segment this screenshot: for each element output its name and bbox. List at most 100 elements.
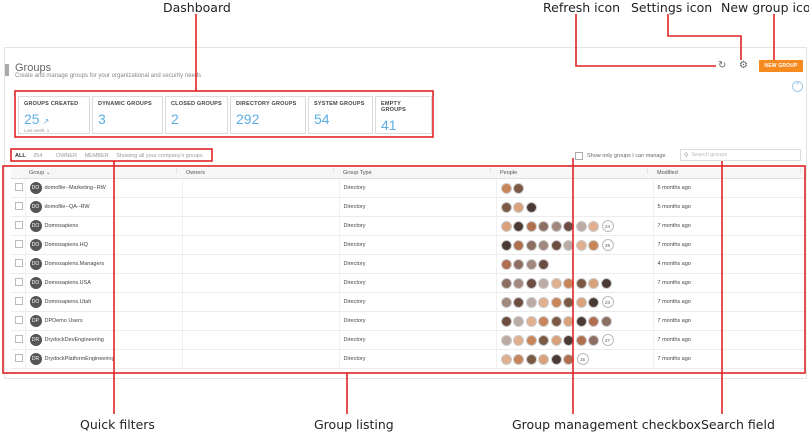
stat-card-closed-groups[interactable]: CLOSED GROUPS 2 (165, 96, 228, 134)
row-checkbox[interactable] (15, 297, 23, 305)
person-avatar[interactable] (525, 334, 537, 346)
person-avatar[interactable] (563, 334, 574, 346)
filter-all[interactable]: ALL 254 (15, 153, 48, 159)
group-cell[interactable]: DO Domosapiens.Managers (25, 254, 183, 274)
person-avatar[interactable] (513, 277, 524, 289)
person-avatar[interactable] (538, 258, 549, 270)
row-checkbox[interactable] (15, 183, 23, 191)
group-cell[interactable]: DR DrydockPlatformEngineering (25, 349, 183, 369)
person-avatar[interactable] (563, 296, 574, 308)
more-people-badge[interactable]: 25 (601, 239, 614, 251)
row-checkbox[interactable] (15, 354, 23, 362)
person-avatar[interactable] (500, 334, 512, 346)
row-checkbox[interactable] (15, 259, 23, 267)
table-row[interactable]: DO Domosapiens Directory 24 7 months ago (11, 216, 807, 236)
person-avatar[interactable] (563, 239, 574, 251)
group-name[interactable]: domofile--Marketing--RW (45, 185, 106, 191)
person-avatar[interactable] (575, 334, 587, 346)
person-avatar[interactable] (563, 220, 574, 232)
group-cell[interactable]: DO Domosapiens.USA (25, 273, 183, 293)
person-avatar[interactable] (550, 296, 562, 308)
person-avatar[interactable] (550, 315, 562, 327)
person-avatar[interactable] (500, 315, 512, 327)
group-cell[interactable]: DO domofile--Marketing--RW (25, 178, 183, 198)
person-avatar[interactable] (538, 334, 549, 346)
group-cell[interactable]: DO Domosapiens.Utah (25, 292, 183, 312)
person-avatar[interactable] (588, 334, 599, 346)
person-avatar[interactable] (575, 296, 587, 308)
row-checkbox[interactable] (15, 221, 23, 229)
person-avatar[interactable] (550, 277, 562, 289)
chevron-up-icon[interactable]: ⌃ (792, 81, 803, 92)
person-avatar[interactable] (538, 220, 549, 232)
table-row[interactable]: DO Domosapiens.Managers Directory 4 month… (11, 254, 807, 274)
person-avatar[interactable] (588, 239, 599, 251)
table-row[interactable]: DO Domosapiens.HQ Directory 25 7 months a… (11, 235, 807, 255)
filter-owner[interactable]: OWNER (56, 153, 77, 159)
gear-icon[interactable]: ⚙ (739, 61, 748, 71)
person-avatar[interactable] (513, 220, 524, 232)
more-people-badge[interactable]: 24 (601, 220, 614, 232)
group-cell[interactable]: DO Domosapiens.HQ (25, 235, 183, 255)
person-avatar[interactable] (538, 315, 549, 327)
person-avatar[interactable] (538, 277, 549, 289)
table-row[interactable]: DO domofile--QA--RW Directory 5 months ag… (11, 197, 807, 217)
person-avatar[interactable] (550, 220, 562, 232)
column-menu-icon[interactable]: ⋮ (174, 169, 180, 175)
person-avatar[interactable] (550, 239, 562, 251)
column-header-people[interactable]: People ⋮ (496, 168, 653, 179)
table-row[interactable]: DR DrydockPlatformEngineering Directory 1… (11, 349, 807, 369)
person-avatar[interactable] (575, 315, 587, 327)
person-avatar[interactable] (600, 315, 612, 327)
person-avatar[interactable] (575, 239, 587, 251)
person-avatar[interactable] (513, 258, 524, 270)
person-avatar[interactable] (525, 220, 537, 232)
group-name[interactable]: DrydockDevEngineering (45, 337, 104, 343)
person-avatar[interactable] (500, 258, 512, 270)
person-avatar[interactable] (500, 277, 512, 289)
table-row[interactable]: DO Domosapiens.Utah Directory 23 7 months… (11, 292, 807, 312)
filter-member[interactable]: MEMBER (85, 153, 109, 159)
person-avatar[interactable] (538, 353, 549, 365)
manage-only-toggle[interactable]: Show only groups I can manage (575, 152, 666, 160)
stat-card-empty-groups[interactable]: EMPTY GROUPS 41 (375, 96, 432, 134)
group-cell[interactable]: DO Domosapiens (25, 216, 183, 236)
row-checkbox[interactable] (15, 316, 23, 324)
column-menu-icon[interactable]: ⋮ (645, 169, 651, 175)
column-header-group[interactable]: Group ⌄ ⋮ (25, 168, 182, 179)
person-avatar[interactable] (550, 334, 562, 346)
person-avatar[interactable] (563, 315, 574, 327)
person-avatar[interactable] (588, 315, 599, 327)
column-menu-icon[interactable]: ⋮ (331, 169, 337, 175)
person-avatar[interactable] (513, 239, 524, 251)
table-row[interactable]: DO Domosapiens.USA Directory 7 months ago (11, 273, 807, 293)
person-avatar[interactable] (588, 277, 599, 289)
more-people-badge[interactable]: 27 (601, 334, 614, 346)
column-menu-icon[interactable]: ⋮ (488, 169, 494, 175)
group-name[interactable]: Domosapiens.USA (45, 280, 91, 286)
stat-card-groups-created[interactable]: GROUPS CREATED 25 ↗ Last week: 1 (18, 96, 90, 134)
new-group-button[interactable]: NEW GROUP (759, 60, 803, 72)
person-avatar[interactable] (575, 220, 587, 232)
person-avatar[interactable] (513, 353, 524, 365)
person-avatar[interactable] (500, 182, 512, 194)
group-name[interactable]: Domosapiens.HQ (45, 242, 88, 248)
person-avatar[interactable] (500, 353, 512, 365)
row-checkbox[interactable] (15, 278, 23, 286)
row-checkbox[interactable] (15, 335, 23, 343)
column-menu-icon[interactable]: ⋮ (798, 169, 804, 175)
person-avatar[interactable] (563, 277, 574, 289)
search-input[interactable]: ⚲ Search groups (680, 149, 801, 161)
person-avatar[interactable] (513, 315, 524, 327)
person-avatar[interactable] (563, 353, 574, 365)
group-name[interactable]: Domosapiens (45, 223, 79, 229)
person-avatar[interactable] (575, 277, 587, 289)
group-name[interactable]: Domosapiens.Managers (45, 261, 105, 267)
person-avatar[interactable] (525, 277, 537, 289)
column-header-owners[interactable]: Owners ⋮ (182, 168, 339, 179)
person-avatar[interactable] (600, 277, 612, 289)
more-people-badge[interactable]: 23 (601, 296, 614, 308)
group-cell[interactable]: DR DrydockDevEngineering (25, 330, 183, 350)
table-row[interactable]: DR DrydockDevEngineering Directory 27 7 m… (11, 330, 807, 350)
person-avatar[interactable] (525, 258, 537, 270)
